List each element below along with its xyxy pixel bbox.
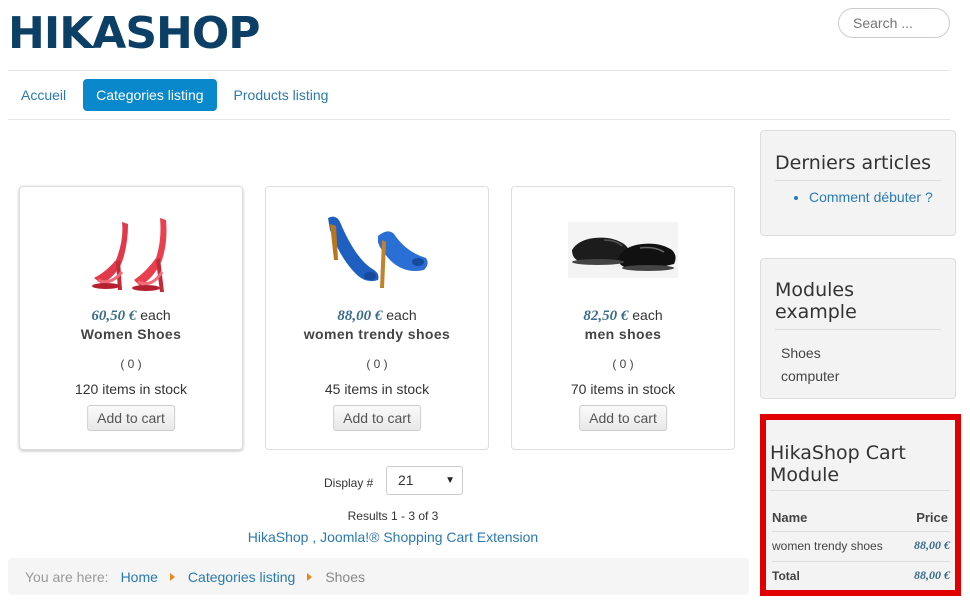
search-input[interactable] (838, 8, 950, 38)
blue-heels-image[interactable] (322, 197, 432, 302)
add-to-cart-button[interactable]: Add to cart (579, 405, 667, 431)
price-unit: each (140, 307, 171, 323)
breadcrumb-arrow-icon (307, 572, 313, 581)
results-count: Results 1 - 3 of 3 (347, 509, 439, 523)
product-card: 82,50 € each men shoes ( 0 ) 70 items in… (511, 186, 735, 450)
breadcrumb-home[interactable]: Home (121, 569, 158, 585)
cart-total-label: Total (772, 568, 800, 583)
product-name[interactable]: Women Shoes (20, 326, 242, 342)
cart-row: women trendy shoes 88,00 € (772, 531, 950, 562)
cart-total-row: Total 88,00 € (772, 562, 950, 592)
product-card: 88,00 € each women trendy shoes ( 0 ) 45… (265, 186, 489, 450)
product-votes: ( 0 ) (366, 357, 388, 371)
cart-table: Name Price women trendy shoes 88,00 € To… (772, 506, 950, 591)
site-logo[interactable]: HIKASHOP (8, 8, 261, 59)
main-nav: Accueil Categories listing Products list… (8, 79, 341, 111)
add-to-cart-button[interactable]: Add to cart (87, 405, 175, 431)
display-select[interactable]: 21 ▼ (386, 466, 463, 495)
dropdown-arrow-icon: ▼ (445, 475, 455, 486)
price-unit: each (386, 307, 417, 323)
breadcrumb-categories-listing[interactable]: Categories listing (188, 569, 295, 585)
product-votes: ( 0 ) (612, 357, 634, 371)
add-to-cart-button[interactable]: Add to cart (333, 405, 421, 431)
modules-example-module: Modules example Shoes computer (760, 258, 956, 399)
price-unit: each (632, 307, 663, 323)
breadcrumb-prefix: You are here: (25, 568, 109, 585)
article-link[interactable]: Comment débuter ? (809, 189, 933, 205)
cart-total-price: 88,00 € (914, 568, 950, 582)
display-select-value: 21 (398, 472, 414, 488)
latest-articles-module: Derniers articles Comment débuter ? (760, 130, 956, 236)
product-price: 82,50 € (583, 308, 629, 324)
product-stock: 120 items in stock (74, 381, 188, 397)
breadcrumb-current: Shoes (325, 568, 366, 585)
module-title: Modules example (775, 279, 941, 330)
product-price-line: 60,50 € each (20, 307, 242, 325)
cart-header-name: Name (772, 506, 907, 532)
breadcrumb-arrow-icon (169, 572, 175, 581)
nav-item-categories-listing[interactable]: Categories listing (83, 79, 217, 111)
footer-link[interactable]: HikaShop , Joomla!® Shopping Cart Extens… (0, 529, 786, 545)
cart-item-price: 88,00 € (906, 531, 950, 562)
product-stock: 45 items in stock (324, 381, 430, 397)
product-price-line: 82,50 € each (512, 307, 734, 325)
product-price: 60,50 € (91, 308, 137, 324)
category-link-computer[interactable]: computer (781, 365, 955, 388)
category-link-shoes[interactable]: Shoes (781, 342, 955, 365)
product-votes: ( 0 ) (120, 357, 142, 371)
breadcrumb: You are here: Home Categories listing Sh… (8, 558, 749, 595)
cart-module: HikaShop Cart Module Name Price women tr… (760, 414, 961, 596)
display-label: Display # (324, 476, 374, 490)
product-name[interactable]: women trendy shoes (266, 326, 488, 342)
nav-item-accueil[interactable]: Accueil (8, 79, 79, 111)
black-shoes-image[interactable] (568, 197, 678, 302)
product-name[interactable]: men shoes (512, 326, 734, 342)
cart-item-name[interactable]: women trendy shoes (772, 531, 907, 562)
module-title: Derniers articles (775, 152, 941, 181)
product-stock: 70 items in stock (570, 381, 676, 397)
header-divider (8, 70, 950, 71)
nav-divider (8, 119, 950, 120)
nav-item-products-listing[interactable]: Products listing (221, 79, 342, 111)
cart-header-price: Price (906, 506, 950, 532)
product-price: 88,00 € (337, 308, 383, 324)
product-price-line: 88,00 € each (266, 307, 488, 325)
red-sandal-image[interactable] (76, 197, 186, 302)
product-card: 60,50 € each Women Shoes ( 0 ) 120 items… (19, 186, 243, 450)
cart-title: HikaShop Cart Module (770, 442, 949, 491)
